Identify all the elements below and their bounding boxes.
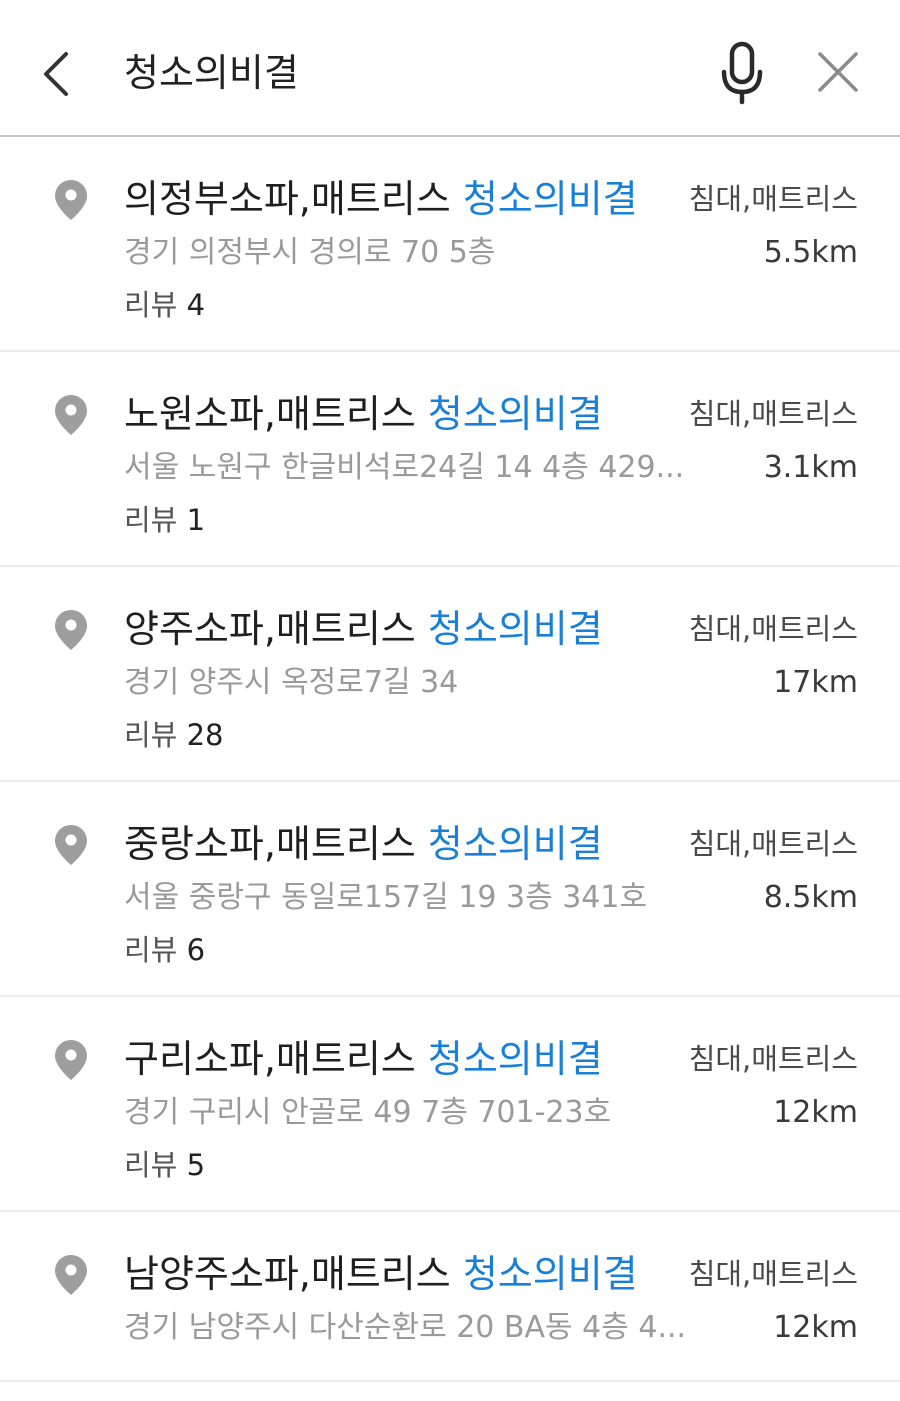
result-distance: 3.1km (763, 450, 858, 485)
review-label: 리뷰 (124, 933, 178, 967)
result-review: 리뷰 6 (124, 930, 205, 970)
clear-search-button[interactable] (808, 42, 868, 102)
map-pin-icon (55, 1255, 87, 1295)
map-pin-icon (55, 610, 87, 650)
result-name-highlight: 청소의비결 (427, 607, 603, 651)
result-title: 구리소파,매트리스 청소의비결 (124, 1035, 603, 1083)
review-label: 리뷰 (124, 718, 178, 752)
search-result-item[interactable]: 남양주소파,매트리스 청소의비결 침대,매트리스 경기 남양주시 다산순환로 2… (0, 1212, 900, 1382)
review-count: 5 (186, 1148, 206, 1182)
result-address: 경기 구리시 안골로 49 7층 701-23호 (124, 1095, 612, 1130)
result-name: 양주소파,매트리스 (124, 607, 416, 651)
result-address: 서울 노원구 한글비석로24길 14 4층 429... (124, 450, 685, 485)
result-name-highlight: 청소의비결 (462, 1252, 638, 1296)
result-category: 침대,매트리스 (688, 1042, 858, 1076)
result-name: 구리소파,매트리스 (124, 1037, 416, 1081)
result-title: 노원소파,매트리스 청소의비결 (124, 390, 603, 438)
map-pin-icon (55, 825, 87, 865)
chevron-left-icon (44, 52, 68, 96)
result-category: 침대,매트리스 (688, 182, 858, 216)
back-button[interactable] (30, 38, 86, 110)
result-distance: 12km (773, 1310, 858, 1345)
map-pin-icon (55, 1040, 87, 1080)
result-address: 경기 양주시 옥정로7길 34 (124, 665, 459, 700)
map-pin-icon (55, 395, 87, 435)
search-header: 청소의비결 (0, 0, 900, 137)
search-result-item[interactable]: 양주소파,매트리스 청소의비결 침대,매트리스 경기 양주시 옥정로7길 34 … (0, 567, 900, 782)
search-query[interactable]: 청소의비결 (124, 50, 299, 96)
result-distance: 8.5km (763, 880, 858, 915)
result-name-highlight: 청소의비결 (427, 392, 603, 436)
result-review: 리뷰 1 (124, 500, 205, 540)
result-distance: 17km (773, 665, 858, 700)
result-title: 의정부소파,매트리스 청소의비결 (124, 175, 638, 223)
review-label: 리뷰 (124, 1148, 178, 1182)
search-result-item[interactable]: 의정부소파,매트리스 청소의비결 침대,매트리스 경기 의정부시 경의로 70 … (0, 137, 900, 352)
result-name-highlight: 청소의비결 (427, 1037, 603, 1081)
result-name: 의정부소파,매트리스 (124, 177, 451, 221)
result-category: 침대,매트리스 (688, 1257, 858, 1291)
search-result-item[interactable]: 중랑소파,매트리스 청소의비결 침대,매트리스 서울 중랑구 동일로157길 1… (0, 782, 900, 997)
result-review: 리뷰 28 (124, 715, 224, 755)
voice-search-button[interactable] (712, 36, 772, 112)
microphone-icon (721, 41, 763, 105)
result-category: 침대,매트리스 (688, 827, 858, 861)
result-title: 남양주소파,매트리스 청소의비결 (124, 1250, 638, 1298)
close-icon (818, 52, 858, 92)
result-name: 남양주소파,매트리스 (124, 1252, 451, 1296)
search-result-item[interactable]: 노원소파,매트리스 청소의비결 침대,매트리스 서울 노원구 한글비석로24길 … (0, 352, 900, 567)
result-address: 서울 중랑구 동일로157길 19 3층 341호 (124, 880, 648, 915)
result-category: 침대,매트리스 (688, 612, 858, 646)
review-count: 6 (186, 933, 206, 967)
result-name: 중랑소파,매트리스 (124, 822, 416, 866)
map-pin-icon (55, 180, 87, 220)
result-address: 경기 의정부시 경의로 70 5층 (124, 235, 496, 270)
result-title: 중랑소파,매트리스 청소의비결 (124, 820, 603, 868)
review-count: 28 (186, 718, 224, 752)
search-result-item[interactable]: 구리소파,매트리스 청소의비결 침대,매트리스 경기 구리시 안골로 49 7층… (0, 997, 900, 1212)
result-review: 리뷰 4 (124, 285, 205, 325)
search-results-list: 의정부소파,매트리스 청소의비결 침대,매트리스 경기 의정부시 경의로 70 … (0, 137, 900, 1382)
result-name-highlight: 청소의비결 (462, 177, 638, 221)
result-name-highlight: 청소의비결 (427, 822, 603, 866)
result-category: 침대,매트리스 (688, 397, 858, 431)
result-distance: 5.5km (763, 235, 858, 270)
review-label: 리뷰 (124, 288, 178, 322)
result-title: 양주소파,매트리스 청소의비결 (124, 605, 603, 653)
result-distance: 12km (773, 1095, 858, 1130)
result-review: 리뷰 5 (124, 1145, 205, 1185)
review-count: 4 (186, 288, 206, 322)
review-label: 리뷰 (124, 503, 178, 537)
result-address: 경기 남양주시 다산순환로 20 BA동 4층 4... (124, 1310, 687, 1345)
result-name: 노원소파,매트리스 (124, 392, 416, 436)
review-count: 1 (186, 503, 206, 537)
